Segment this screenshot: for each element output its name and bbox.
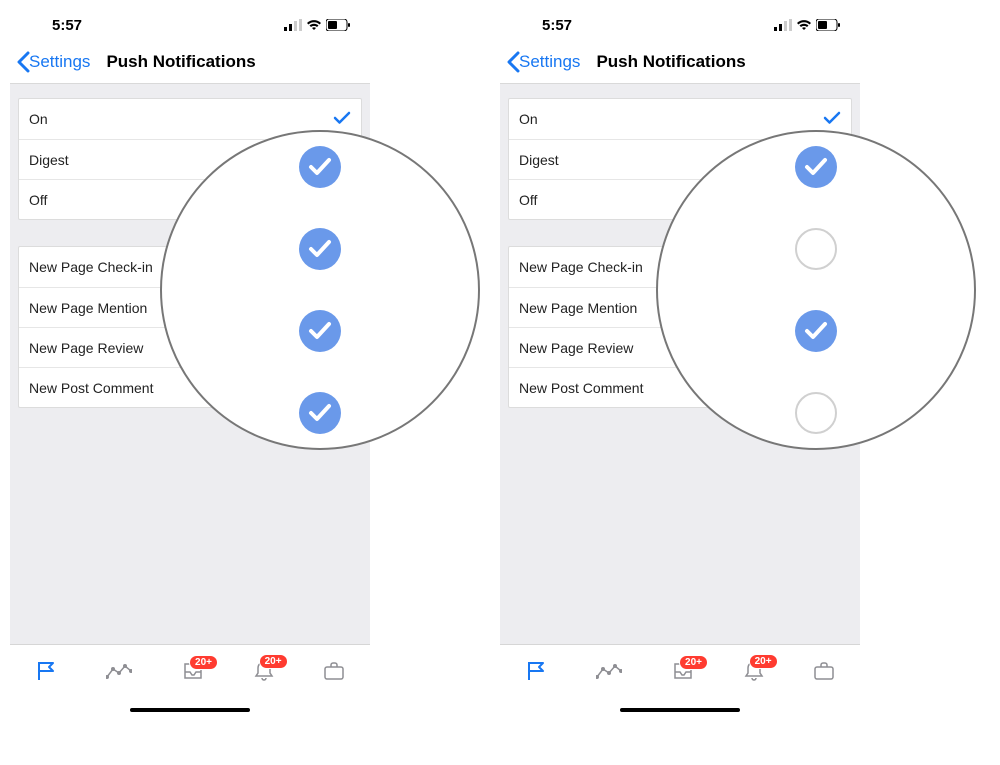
page-title: Push Notifications [106, 52, 255, 72]
page-title: Push Notifications [596, 52, 745, 72]
home-indicator[interactable] [130, 708, 250, 712]
tab-bar: 20+ 20+ [10, 644, 370, 702]
badge: 20+ [679, 655, 708, 670]
nav-bar: Settings Push Notifications [500, 40, 860, 84]
row-label: Digest [29, 152, 69, 168]
flag-icon [525, 660, 547, 682]
wifi-icon [306, 19, 322, 31]
tab-inbox[interactable]: 20+ [672, 661, 694, 686]
row-label: New Page Review [29, 340, 143, 356]
toggle-4[interactable] [299, 392, 341, 434]
toggle-2[interactable] [299, 228, 341, 270]
tab-briefcase[interactable] [323, 661, 345, 686]
row-label: Off [519, 192, 537, 208]
tab-briefcase[interactable] [813, 661, 835, 686]
battery-icon [326, 19, 350, 31]
row-label: On [519, 111, 538, 127]
tab-bar: 20+ 20+ [500, 644, 860, 702]
toggle-3[interactable] [795, 310, 837, 352]
chevron-left-icon [16, 51, 30, 73]
tab-graph[interactable] [596, 663, 622, 684]
toggle-2[interactable] [795, 228, 837, 270]
checkmark-icon [333, 111, 351, 128]
tab-graph[interactable] [106, 663, 132, 684]
status-bar: 5:57 [10, 10, 370, 40]
signal-icon [774, 19, 792, 31]
row-label: On [29, 111, 48, 127]
row-label: Digest [519, 152, 559, 168]
tab-bell[interactable]: 20+ [254, 660, 274, 687]
home-indicator[interactable] [620, 708, 740, 712]
back-button[interactable]: Settings [16, 51, 90, 73]
chevron-left-icon [506, 51, 520, 73]
tab-bell[interactable]: 20+ [744, 660, 764, 687]
tab-flag[interactable] [35, 660, 57, 687]
toggle-1[interactable] [795, 146, 837, 188]
back-button[interactable]: Settings [506, 51, 580, 73]
row-label: New Post Comment [29, 380, 153, 396]
graph-icon [106, 663, 132, 679]
status-time: 5:57 [52, 17, 82, 34]
checkmark-icon [823, 111, 841, 128]
status-icons [774, 19, 840, 31]
signal-icon [284, 19, 302, 31]
magnifier-left [160, 130, 480, 450]
row-label: New Post Comment [519, 380, 643, 396]
back-label: Settings [29, 52, 90, 72]
tab-flag[interactable] [525, 660, 547, 687]
toggle-4[interactable] [795, 392, 837, 434]
row-label: Off [29, 192, 47, 208]
badge: 20+ [189, 655, 218, 670]
status-icons [284, 19, 350, 31]
row-label: New Page Check-in [519, 259, 643, 275]
tab-inbox[interactable]: 20+ [182, 661, 204, 686]
magnifier-right [656, 130, 976, 450]
back-label: Settings [519, 52, 580, 72]
wifi-icon [796, 19, 812, 31]
flag-icon [35, 660, 57, 682]
briefcase-icon [323, 661, 345, 681]
toggle-3[interactable] [299, 310, 341, 352]
battery-icon [816, 19, 840, 31]
status-time: 5:57 [542, 17, 572, 34]
row-label: New Page Check-in [29, 259, 153, 275]
toggle-1[interactable] [299, 146, 341, 188]
row-label: New Page Review [519, 340, 633, 356]
nav-bar: Settings Push Notifications [10, 40, 370, 84]
badge: 20+ [749, 654, 778, 669]
badge: 20+ [259, 654, 288, 669]
briefcase-icon [813, 661, 835, 681]
row-label: New Page Mention [519, 300, 637, 316]
graph-icon [596, 663, 622, 679]
status-bar: 5:57 [500, 10, 860, 40]
row-label: New Page Mention [29, 300, 147, 316]
